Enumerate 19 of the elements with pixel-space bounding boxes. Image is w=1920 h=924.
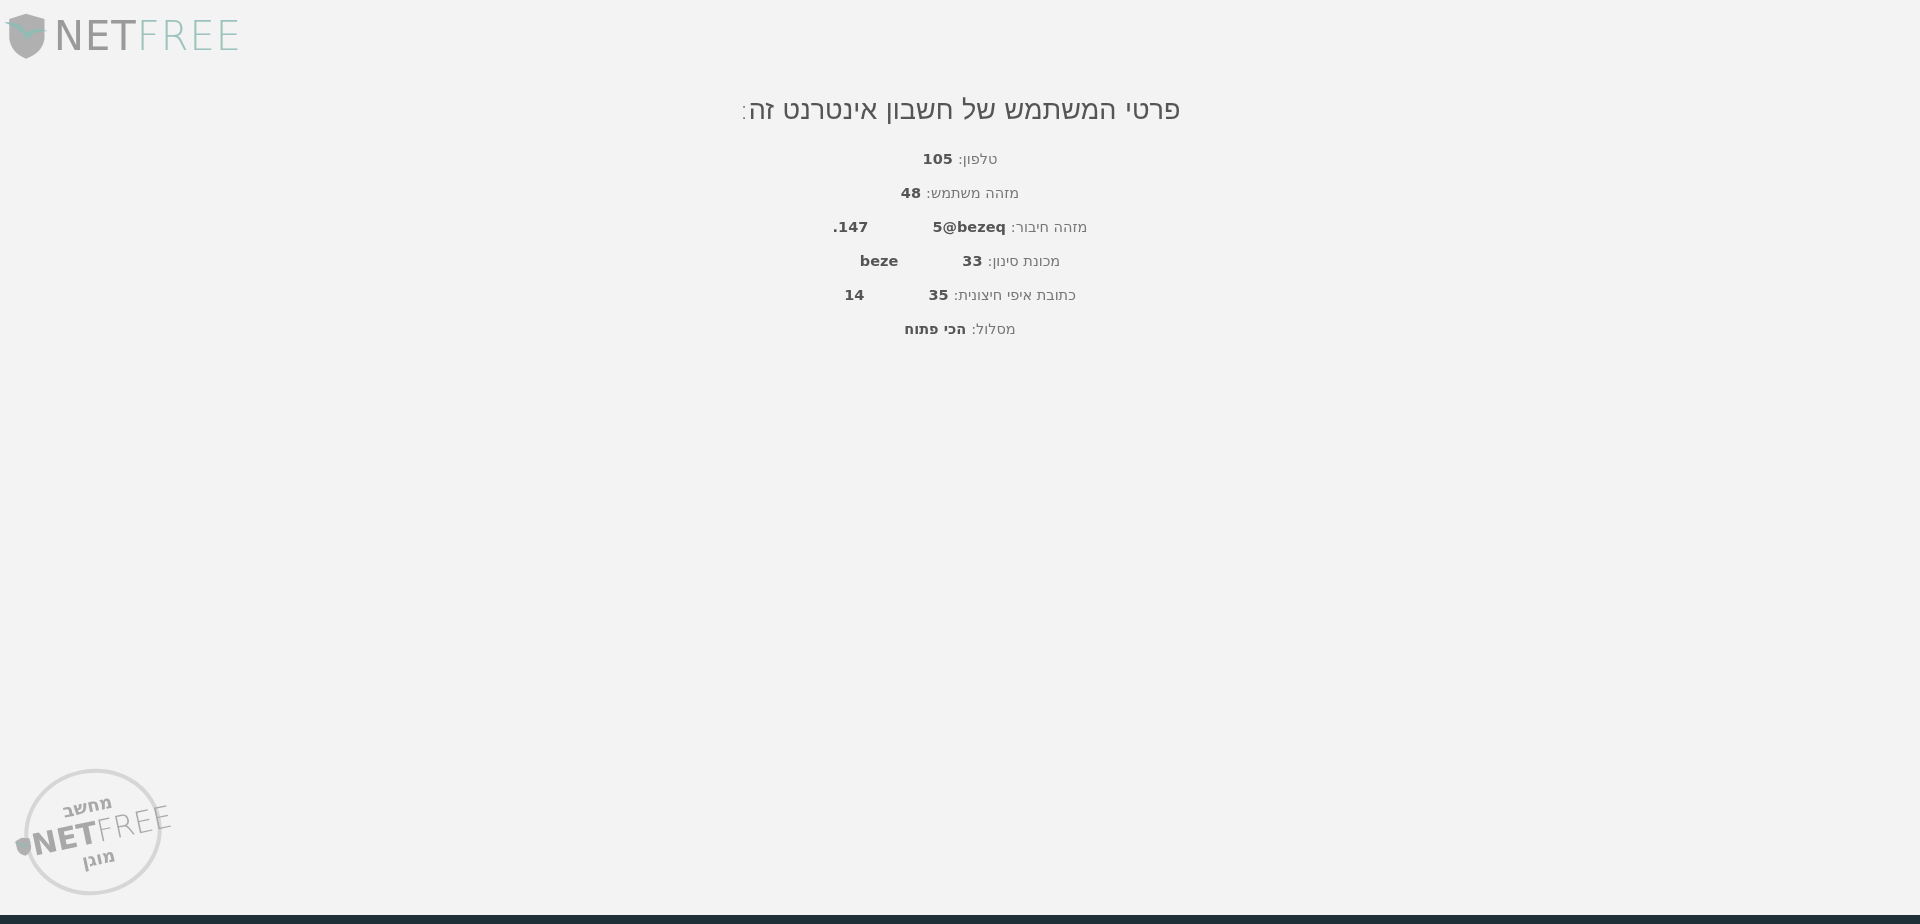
detail-label: טלפון: bbox=[957, 151, 998, 167]
page-title: פרטי המשתמש של חשבון אינטרנט זה: bbox=[739, 94, 1181, 126]
detail-value: 5@bezeq bbox=[932, 219, 1006, 235]
detail-value: 48 bbox=[900, 185, 922, 201]
detail-label: מזהה חיבור: bbox=[1010, 219, 1088, 235]
detail-label: כתובת איפי חיצונית: bbox=[953, 287, 1076, 303]
detail-label: מזהה משתמש: bbox=[926, 185, 1020, 201]
detail-value: 33 bbox=[962, 253, 983, 269]
detail-value: 147. bbox=[832, 219, 869, 235]
detail-value: 14 bbox=[844, 287, 865, 303]
detail-label: מסלול: bbox=[971, 321, 1016, 337]
logo-text: FREE bbox=[136, 16, 242, 56]
detail-value: 35 bbox=[928, 287, 949, 303]
detail-value: beze bbox=[859, 253, 899, 269]
shield-logo-icon bbox=[4, 11, 48, 61]
detail-value: 105 bbox=[922, 151, 953, 167]
detail-label: מכונת סינון: bbox=[987, 253, 1061, 269]
logo-text: NET bbox=[54, 16, 137, 56]
detail-value: הכי פתוח bbox=[904, 321, 967, 337]
